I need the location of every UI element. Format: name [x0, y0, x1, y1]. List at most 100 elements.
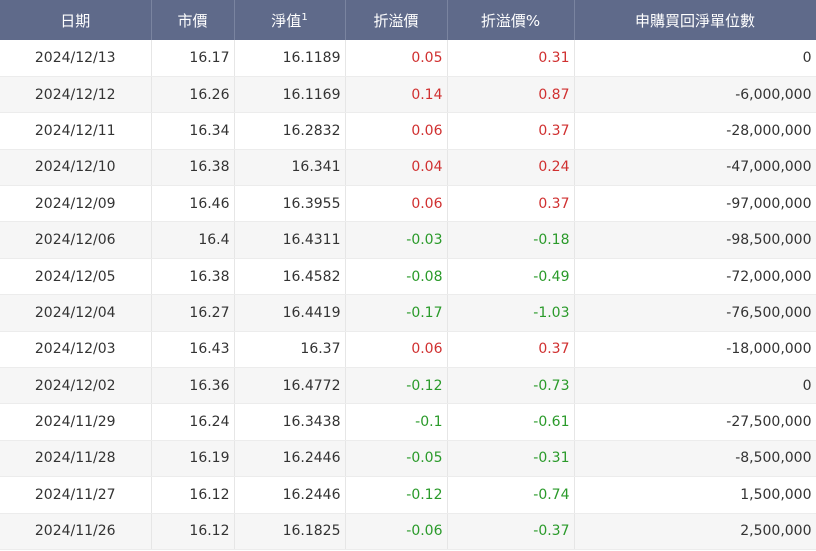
header-premium[interactable]: 折溢價: [345, 0, 448, 40]
cell-price: 16.38: [151, 258, 235, 296]
table-row: 2024/12/05 16.38 16.4582 -0.08 -0.49 -72,000,…: [0, 258, 816, 296]
cell-premium: -0.06: [345, 513, 448, 550]
cell-nav: 16.341: [234, 149, 346, 187]
table-row: 2024/12/02 16.36 16.4772 -0.12 -0.73 0: [0, 367, 816, 405]
cell-date: 2024/12/13: [0, 40, 152, 77]
table-row: 2024/12/09 16.46 16.3955 0.06 0.37 -97,000,00…: [0, 185, 816, 223]
cell-premium-pct: 0.37: [447, 112, 575, 150]
cell-premium: -0.12: [345, 367, 448, 405]
table-row: 2024/12/06 16.4 16.4311 -0.03 -0.18 -98,500,0…: [0, 221, 816, 259]
cell-units: 0: [574, 367, 816, 405]
cell-premium-pct: 0.24: [447, 149, 575, 187]
cell-premium-pct: 0.31: [447, 40, 575, 77]
cell-premium-pct: -0.74: [447, 476, 575, 514]
cell-date: 2024/12/03: [0, 331, 152, 369]
cell-units: -97,000,000: [574, 185, 816, 223]
cell-price: 16.4: [151, 221, 235, 259]
cell-nav: 16.4772: [234, 367, 346, 405]
cell-units: -47,000,000: [574, 149, 816, 187]
cell-premium-pct: -0.61: [447, 403, 575, 441]
cell-premium-pct: -0.49: [447, 258, 575, 296]
cell-price: 16.34: [151, 112, 235, 150]
cell-premium: -0.05: [345, 440, 448, 478]
table-row: 2024/11/28 16.19 16.2446 -0.05 -0.31 -8,500,0…: [0, 440, 816, 478]
cell-nav: 16.1189: [234, 40, 346, 77]
cell-date: 2024/12/04: [0, 294, 152, 332]
cell-premium: 0.06: [345, 112, 448, 150]
table-row: 2024/12/10 16.38 16.341 0.04 0.24 -47,000,000: [0, 149, 816, 187]
cell-price: 16.46: [151, 185, 235, 223]
cell-premium: 0.14: [345, 76, 448, 114]
table-row: 2024/12/13 16.17 16.1189 0.05 0.31 0: [0, 40, 816, 77]
cell-date: 2024/12/02: [0, 367, 152, 405]
cell-nav: 16.2446: [234, 440, 346, 478]
cell-price: 16.36: [151, 367, 235, 405]
cell-nav: 16.1169: [234, 76, 346, 114]
cell-premium: 0.06: [345, 331, 448, 369]
header-date[interactable]: 日期: [0, 0, 152, 40]
cell-date: 2024/12/12: [0, 76, 152, 114]
cell-price: 16.26: [151, 76, 235, 114]
cell-units: 1,500,000: [574, 476, 816, 514]
cell-date: 2024/12/05: [0, 258, 152, 296]
cell-nav: 16.3438: [234, 403, 346, 441]
header-nav-label: 淨值: [271, 11, 302, 30]
cell-price: 16.19: [151, 440, 235, 478]
cell-date: 2024/12/09: [0, 185, 152, 223]
cell-nav: 16.4582: [234, 258, 346, 296]
cell-premium: -0.1: [345, 403, 448, 441]
cell-price: 16.12: [151, 476, 235, 514]
cell-units: 0: [574, 40, 816, 77]
cell-nav: 16.1825: [234, 513, 346, 550]
cell-premium-pct: -0.73: [447, 367, 575, 405]
cell-units: -28,000,000: [574, 112, 816, 150]
cell-date: 2024/12/11: [0, 112, 152, 150]
cell-units: -18,000,000: [574, 331, 816, 369]
cell-price: 16.24: [151, 403, 235, 441]
cell-nav: 16.2446: [234, 476, 346, 514]
cell-premium-pct: 0.37: [447, 185, 575, 223]
cell-premium-pct: -0.31: [447, 440, 575, 478]
table-row: 2024/12/12 16.26 16.1169 0.14 0.87 -6,000,000: [0, 76, 816, 114]
cell-price: 16.43: [151, 331, 235, 369]
cell-premium: 0.06: [345, 185, 448, 223]
cell-nav: 16.37: [234, 331, 346, 369]
cell-premium-pct: -0.18: [447, 221, 575, 259]
table-row: 2024/11/29 16.24 16.3438 -0.1 -0.61 -27,500,0…: [0, 403, 816, 441]
cell-date: 2024/12/10: [0, 149, 152, 187]
header-units[interactable]: 申購買回淨單位數: [574, 0, 816, 40]
cell-premium: -0.03: [345, 221, 448, 259]
cell-date: 2024/11/29: [0, 403, 152, 441]
cell-premium: 0.04: [345, 149, 448, 187]
header-price[interactable]: 市價: [151, 0, 235, 40]
cell-price: 16.38: [151, 149, 235, 187]
header-premium-pct[interactable]: 折溢價%: [447, 0, 575, 40]
cell-premium: -0.17: [345, 294, 448, 332]
cell-date: 2024/12/06: [0, 221, 152, 259]
cell-nav: 16.4419: [234, 294, 346, 332]
cell-premium: -0.12: [345, 476, 448, 514]
cell-units: -27,500,000: [574, 403, 816, 441]
cell-units: -98,500,000: [574, 221, 816, 259]
cell-premium-pct: 0.37: [447, 331, 575, 369]
table-header: 日期 市價 淨值1 折溢價 折溢價% 申購買回淨單位數: [0, 0, 816, 40]
table-row: 2024/12/04 16.27 16.4419 -0.17 -1.03 -76,500,…: [0, 294, 816, 332]
premium-discount-table: 日期 市價 淨值1 折溢價 折溢價% 申購買回淨單位數 2024/12/13 16…: [0, 0, 816, 550]
cell-premium-pct: -0.37: [447, 513, 575, 550]
cell-price: 16.12: [151, 513, 235, 550]
table-row: 2024/12/03 16.43 16.37 0.06 0.37 -18,000,000: [0, 331, 816, 369]
footnote-marker[interactable]: 1: [301, 12, 307, 23]
header-nav[interactable]: 淨值1: [234, 0, 346, 40]
cell-nav: 16.4311: [234, 221, 346, 259]
cell-units: -76,500,000: [574, 294, 816, 332]
cell-date: 2024/11/28: [0, 440, 152, 478]
cell-date: 2024/11/27: [0, 476, 152, 514]
cell-units: -72,000,000: [574, 258, 816, 296]
cell-premium: 0.05: [345, 40, 448, 77]
table-row: 2024/12/11 16.34 16.2832 0.06 0.37 -28,000,00…: [0, 112, 816, 150]
table-row: 2024/11/26 16.12 16.1825 -0.06 -0.37 2,500,00…: [0, 513, 816, 550]
cell-price: 16.27: [151, 294, 235, 332]
cell-date: 2024/11/26: [0, 513, 152, 550]
cell-premium: -0.08: [345, 258, 448, 296]
cell-price: 16.17: [151, 40, 235, 77]
